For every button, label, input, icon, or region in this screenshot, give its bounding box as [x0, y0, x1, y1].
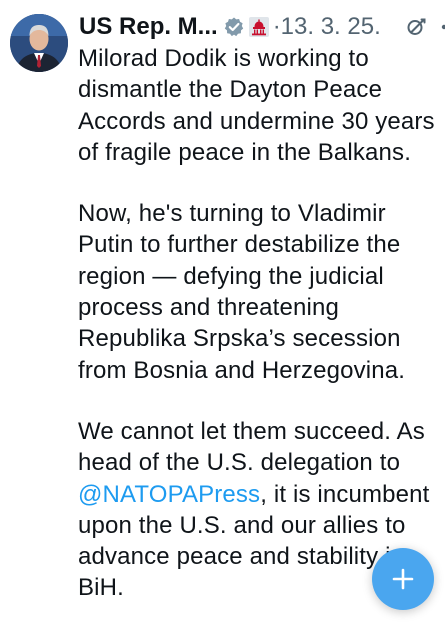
profile-photo [10, 14, 68, 72]
post-date[interactable]: ·13. 3. 25. [273, 13, 381, 41]
plus-icon [392, 568, 414, 590]
paragraph-2: Now, he's turning to Vladimir Putin to f… [78, 200, 406, 384]
paragraph-1: Milorad Dodik is working to dismantle th… [78, 45, 435, 166]
author-name[interactable]: US Rep. M... [79, 13, 218, 41]
avatar[interactable] [10, 14, 68, 72]
grok-icon[interactable] [405, 16, 427, 38]
paragraph-3-text-start: We cannot let them succeed. As head of t… [78, 417, 425, 477]
verified-badge-icon [223, 16, 245, 38]
post-header: US Rep. M... ·13. 3. 25. [79, 8, 445, 46]
more-options-icon[interactable] [441, 23, 445, 31]
capitol-dome-icon [248, 16, 270, 38]
compose-button[interactable] [372, 548, 434, 610]
mention-link[interactable]: @NATOPAPress [78, 481, 260, 508]
post-text: Milorad Dodik is working to dismantle th… [78, 43, 440, 634]
